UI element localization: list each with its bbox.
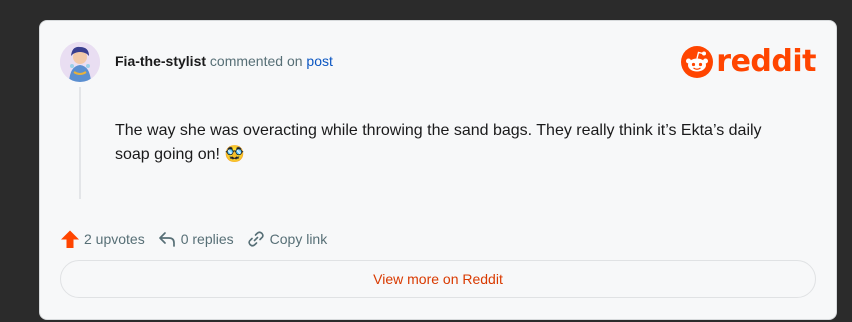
avatar[interactable] <box>60 42 100 82</box>
upvote-button[interactable]: 2 upvotes <box>60 229 145 249</box>
author-name[interactable]: Fia-the-stylist <box>115 53 206 69</box>
reply-arrow-icon <box>158 232 175 247</box>
copy-link-label: Copy link <box>269 231 328 247</box>
reddit-snoo-icon <box>681 46 714 78</box>
reddit-logo[interactable]: reddit <box>681 46 816 78</box>
upvote-arrow-icon <box>61 230 79 248</box>
upvote-count: 2 upvotes <box>84 231 145 247</box>
thread-line <box>79 87 81 199</box>
reddit-wordmark: reddit <box>716 44 816 79</box>
avatar-image <box>60 42 100 82</box>
replies-button[interactable]: 0 replies <box>157 229 234 249</box>
post-link[interactable]: post <box>306 53 332 69</box>
byline-action-text: commented on <box>209 53 303 69</box>
byline: Fia-the-stylist commented on post <box>115 53 333 69</box>
reddit-embed-card: Fia-the-stylist commented on post reddit… <box>39 20 837 320</box>
comment-body-text: The way she was overacting while throwin… <box>115 122 762 163</box>
disguised-face-emoji: 🥸 <box>224 146 245 163</box>
comment-actions: 2 upvotes 0 replies Copy link <box>60 229 339 249</box>
comment-body: The way she was overacting while throwin… <box>115 119 795 167</box>
view-more-button[interactable]: View more on Reddit <box>60 260 816 298</box>
copy-link-button[interactable]: Copy link <box>246 229 328 249</box>
reply-count: 0 replies <box>180 231 234 247</box>
link-icon <box>247 231 264 247</box>
